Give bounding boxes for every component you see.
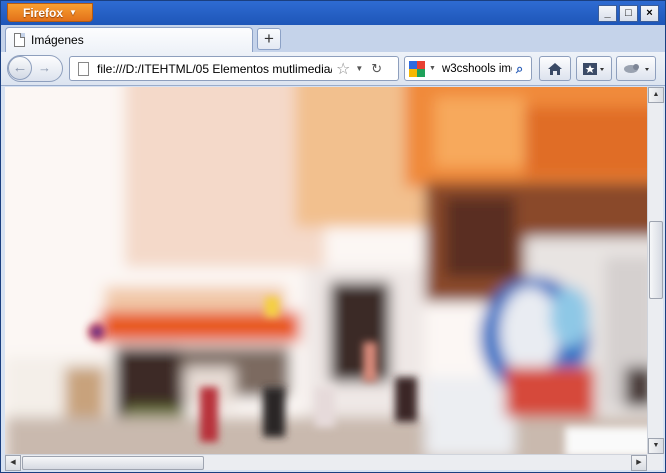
scrollbar-corner bbox=[647, 454, 663, 470]
search-engine-dropdown-icon[interactable]: ▼ bbox=[429, 65, 436, 72]
bookmarks-icon bbox=[583, 62, 604, 75]
url-text[interactable]: file:///D:/ITEHTML/05 Elementos mutlimed… bbox=[97, 62, 332, 76]
back-button[interactable]: ← bbox=[8, 56, 32, 80]
search-icon[interactable]: ⌕ bbox=[516, 61, 523, 77]
page-content bbox=[5, 87, 647, 454]
title-bar: Firefox ▼ _ □ × bbox=[1, 1, 665, 25]
minimize-button[interactable]: _ bbox=[598, 5, 617, 22]
google-icon[interactable] bbox=[409, 60, 425, 77]
search-input[interactable]: w3cshools img bbox=[442, 63, 512, 75]
street-photo bbox=[5, 87, 647, 454]
page-icon bbox=[78, 61, 89, 76]
scroll-up-arrow[interactable]: ▲ bbox=[648, 87, 664, 103]
vertical-scrollbar[interactable]: ▲ ▼ bbox=[647, 87, 664, 454]
scroll-left-arrow[interactable]: ◀ bbox=[5, 455, 21, 471]
page-icon bbox=[14, 33, 25, 47]
puzzle-icon bbox=[624, 63, 649, 73]
star-icon[interactable]: ☆ bbox=[336, 59, 350, 79]
tab-bar: Imágenes + bbox=[1, 25, 665, 52]
browser-window: Firefox ▼ _ □ × Imágenes + ← → file:///D… bbox=[0, 0, 666, 473]
firefox-menu-button[interactable]: Firefox ▼ bbox=[7, 3, 93, 22]
horizontal-scrollbar[interactable]: ◀ ▶ bbox=[5, 454, 647, 471]
addon-button[interactable] bbox=[616, 56, 656, 81]
home-icon bbox=[548, 62, 562, 75]
window-controls: _ □ × bbox=[598, 5, 659, 22]
new-tab-button[interactable]: + bbox=[257, 28, 281, 50]
home-button[interactable] bbox=[539, 56, 571, 81]
firefox-menu-label: Firefox bbox=[23, 5, 64, 20]
bookmarks-button[interactable] bbox=[576, 56, 612, 81]
caret-down-icon: ▼ bbox=[69, 8, 77, 17]
url-dropdown-icon[interactable]: ▼ bbox=[355, 64, 363, 73]
url-bar[interactable]: file:///D:/ITEHTML/05 Elementos mutlimed… bbox=[69, 56, 399, 81]
reload-icon[interactable]: ↻ bbox=[371, 61, 382, 77]
forward-button[interactable]: → bbox=[38, 60, 51, 75]
vertical-scroll-thumb[interactable] bbox=[649, 221, 663, 299]
horizontal-scroll-thumb[interactable] bbox=[22, 456, 204, 470]
tab-imagenes[interactable]: Imágenes bbox=[5, 27, 253, 52]
close-button[interactable]: × bbox=[640, 5, 659, 22]
scroll-down-arrow[interactable]: ▼ bbox=[648, 438, 664, 454]
maximize-button[interactable]: □ bbox=[619, 5, 638, 22]
scroll-right-arrow[interactable]: ▶ bbox=[631, 455, 647, 471]
tab-label: Imágenes bbox=[31, 33, 84, 47]
search-bar[interactable]: ▼ w3cshools img ⌕ bbox=[404, 56, 532, 81]
navigation-toolbar: ← → file:///D:/ITEHTML/05 Elementos mutl… bbox=[1, 52, 665, 86]
